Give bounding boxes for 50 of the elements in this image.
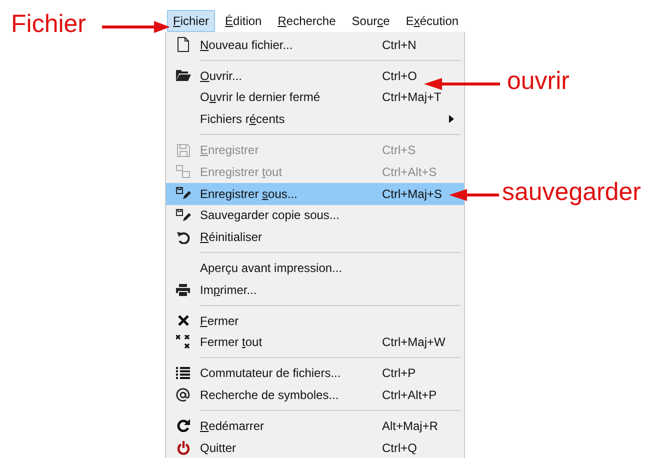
close-icon [178, 315, 188, 326]
shortcut-text: Ctrl+Maj+W [382, 335, 446, 350]
arrow [449, 189, 499, 201]
menu-bar-item[interactable]: Source [346, 10, 396, 32]
close-all-icon [176, 335, 190, 350]
list-icon [176, 367, 190, 380]
printer-icon [176, 284, 190, 296]
menu-item[interactable]: Imprimer... [166, 278, 464, 301]
shortcut-text: Ctrl+Maj+S [382, 186, 442, 201]
shortcut-text: Ctrl+Maj+T [382, 90, 442, 104]
file-icon [177, 37, 189, 52]
shortcut-text: Ctrl+O [382, 68, 418, 83]
menu-item[interactable]: Ouvrir... Ctrl+O [166, 64, 464, 87]
shortcut-text: Ctrl+Alt+S [382, 164, 437, 179]
shortcut-text: Ctrl+Alt+P [382, 388, 437, 402]
menu-bar-item[interactable]: Édition [219, 10, 268, 32]
arrow [102, 21, 170, 33]
shortcut-text: Alt+Maj+R [382, 418, 438, 433]
menu-item[interactable]: Fermer tout Ctrl+Maj+W [166, 332, 464, 354]
menu-bar-item[interactable]: Recherche [272, 10, 342, 32]
save-as-icon [176, 187, 190, 200]
at-sign-icon [176, 388, 190, 402]
menu-item[interactable]: Quitter Ctrl+Q [166, 436, 464, 458]
shortcut-text: Ctrl+N [382, 38, 416, 52]
save-all-icon [176, 165, 190, 178]
shortcut-text: Ctrl+Q [382, 440, 418, 455]
menu-item[interactable]: Recherche de symboles... Ctrl+Alt+P [166, 384, 464, 406]
folder-icon [176, 70, 190, 82]
menu-item[interactable]: Enregistrer sous... Ctrl+Maj+S [166, 182, 464, 205]
shortcut-text: Ctrl+S [382, 143, 416, 158]
save-icon [176, 144, 190, 157]
refresh-icon [176, 419, 190, 432]
menu-item[interactable]: Fichiers récents [166, 108, 464, 130]
menu-item[interactable]: Ouvrir le dernier fermé Ctrl+Maj+T [166, 86, 464, 108]
menu-bar-item[interactable]: Exécution [400, 10, 465, 32]
menu-item[interactable]: Redémarrer Alt+Maj+R [166, 414, 464, 437]
menu-bar-item[interactable]: Fichier [167, 10, 216, 32]
annotation-label: sauvegarder [502, 178, 641, 207]
menu-item[interactable]: Réinitialiser [166, 226, 464, 248]
annotation-label: ouvrir [507, 67, 570, 96]
menu-item[interactable]: Fermer [166, 310, 464, 332]
menu-item[interactable]: Sauvegarder copie sous... [166, 204, 464, 226]
shortcut-text: Ctrl+P [382, 366, 416, 380]
menu-item[interactable]: Nouveau fichier... Ctrl+N [166, 34, 464, 56]
power-icon [176, 440, 190, 455]
menu-item[interactable]: Aperçu avant impression... [166, 257, 464, 279]
annotation-label: Fichier [11, 10, 86, 39]
undo-icon [176, 230, 190, 244]
menu-item[interactable]: Commutateur de fichiers... Ctrl+P [166, 362, 464, 384]
save-as-icon [176, 208, 190, 222]
